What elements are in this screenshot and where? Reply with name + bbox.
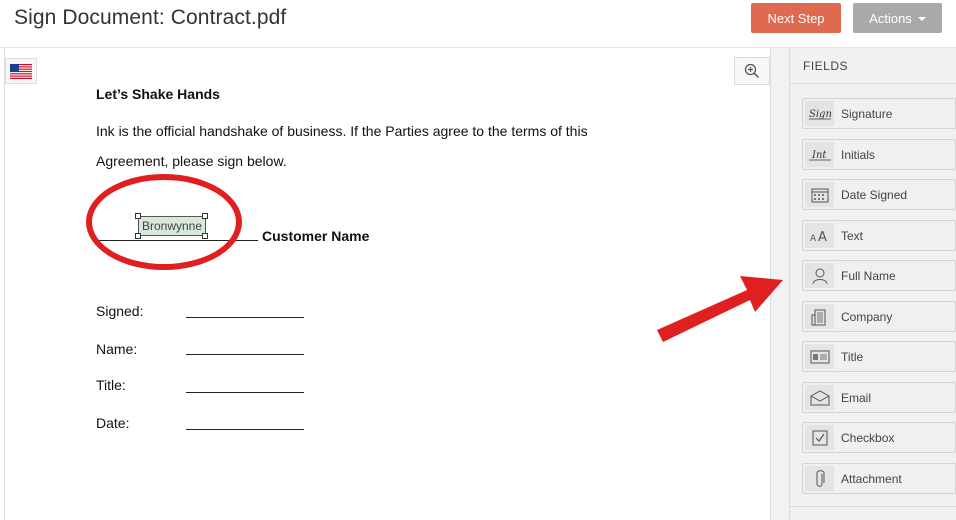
field-full-name[interactable]: Full Name [802, 260, 956, 291]
resize-handle[interactable] [135, 233, 141, 239]
actions-dropdown-button[interactable]: Actions [853, 3, 942, 33]
signature-field[interactable]: Bronwynne [138, 216, 206, 236]
text-icon: AA [805, 223, 834, 248]
date-label: Date: [96, 415, 130, 431]
resize-handle[interactable] [135, 213, 141, 219]
resize-handle[interactable] [202, 233, 208, 239]
field-date-signed[interactable]: Date Signed [802, 179, 956, 210]
person-icon [805, 263, 834, 288]
zoom-in-icon [744, 63, 760, 79]
next-step-button[interactable]: Next Step [751, 3, 841, 33]
field-label: Company [841, 310, 893, 324]
field-signature[interactable]: Sign Signature [802, 98, 956, 129]
title-label: Title: [96, 377, 126, 393]
fields-header: FIELDS [789, 48, 956, 84]
signature-icon: Sign [805, 101, 834, 126]
field-text[interactable]: AA Text [802, 220, 956, 251]
resize-handle[interactable] [202, 213, 208, 219]
field-label: Title [841, 350, 864, 364]
field-attachment[interactable]: Attachment [802, 463, 956, 494]
signature-value: Bronwynne [141, 219, 203, 233]
actions-label: Actions [869, 10, 912, 26]
field-initials[interactable]: Int Initials [802, 139, 956, 170]
building-icon [805, 304, 834, 329]
document-paragraph-line: Ink is the official handshake of busines… [96, 123, 588, 139]
field-label: Checkbox [841, 431, 895, 445]
field-label: Email [841, 391, 872, 405]
initials-icon: Int [805, 142, 834, 167]
document-paragraph-line: Agreement, please sign below. [96, 153, 287, 169]
field-label: Attachment [841, 472, 902, 486]
field-label: Full Name [841, 269, 896, 283]
field-label: Text [841, 229, 864, 243]
svg-text:A: A [810, 234, 817, 243]
calendar-icon [805, 182, 834, 207]
document-edge [4, 48, 5, 520]
us-flag-icon [10, 63, 32, 79]
date-line [186, 429, 304, 430]
paperclip-icon [805, 466, 834, 491]
sidebar-divider [789, 506, 956, 507]
field-label: Date Signed [841, 188, 908, 202]
envelope-icon [805, 385, 834, 410]
language-button[interactable] [5, 58, 37, 84]
svg-text:Int: Int [811, 150, 827, 161]
next-step-label: Next Step [767, 10, 825, 26]
document-heading: Let’s Shake Hands [96, 86, 220, 102]
document-viewer [0, 48, 789, 520]
name-line [186, 354, 304, 355]
name-label: Name: [96, 341, 138, 357]
field-label: Signature [841, 107, 893, 121]
field-label: Initials [841, 148, 876, 162]
field-checkbox[interactable]: Checkbox [802, 422, 956, 453]
zoom-button[interactable] [734, 57, 770, 85]
field-email[interactable]: Email [802, 382, 956, 413]
document-scrollbar[interactable] [770, 48, 789, 520]
title-line [186, 392, 304, 393]
signed-label: Signed: [96, 303, 144, 319]
fields-title: FIELDS [803, 59, 849, 73]
signed-line [186, 317, 304, 318]
customer-name-label: Customer Name [262, 228, 370, 244]
field-title[interactable]: Title [802, 341, 956, 372]
checkbox-icon [805, 425, 834, 450]
signature-line [96, 240, 258, 241]
svg-text:Sign: Sign [809, 109, 832, 120]
id-card-icon [805, 344, 834, 369]
caret-down-icon [917, 17, 926, 21]
header-bar: Sign Document: Contract.pdf Next Step Ac… [0, 0, 956, 48]
page-title: Sign Document: Contract.pdf [14, 6, 287, 29]
field-company[interactable]: Company [802, 301, 956, 332]
svg-text:A: A [818, 230, 827, 243]
